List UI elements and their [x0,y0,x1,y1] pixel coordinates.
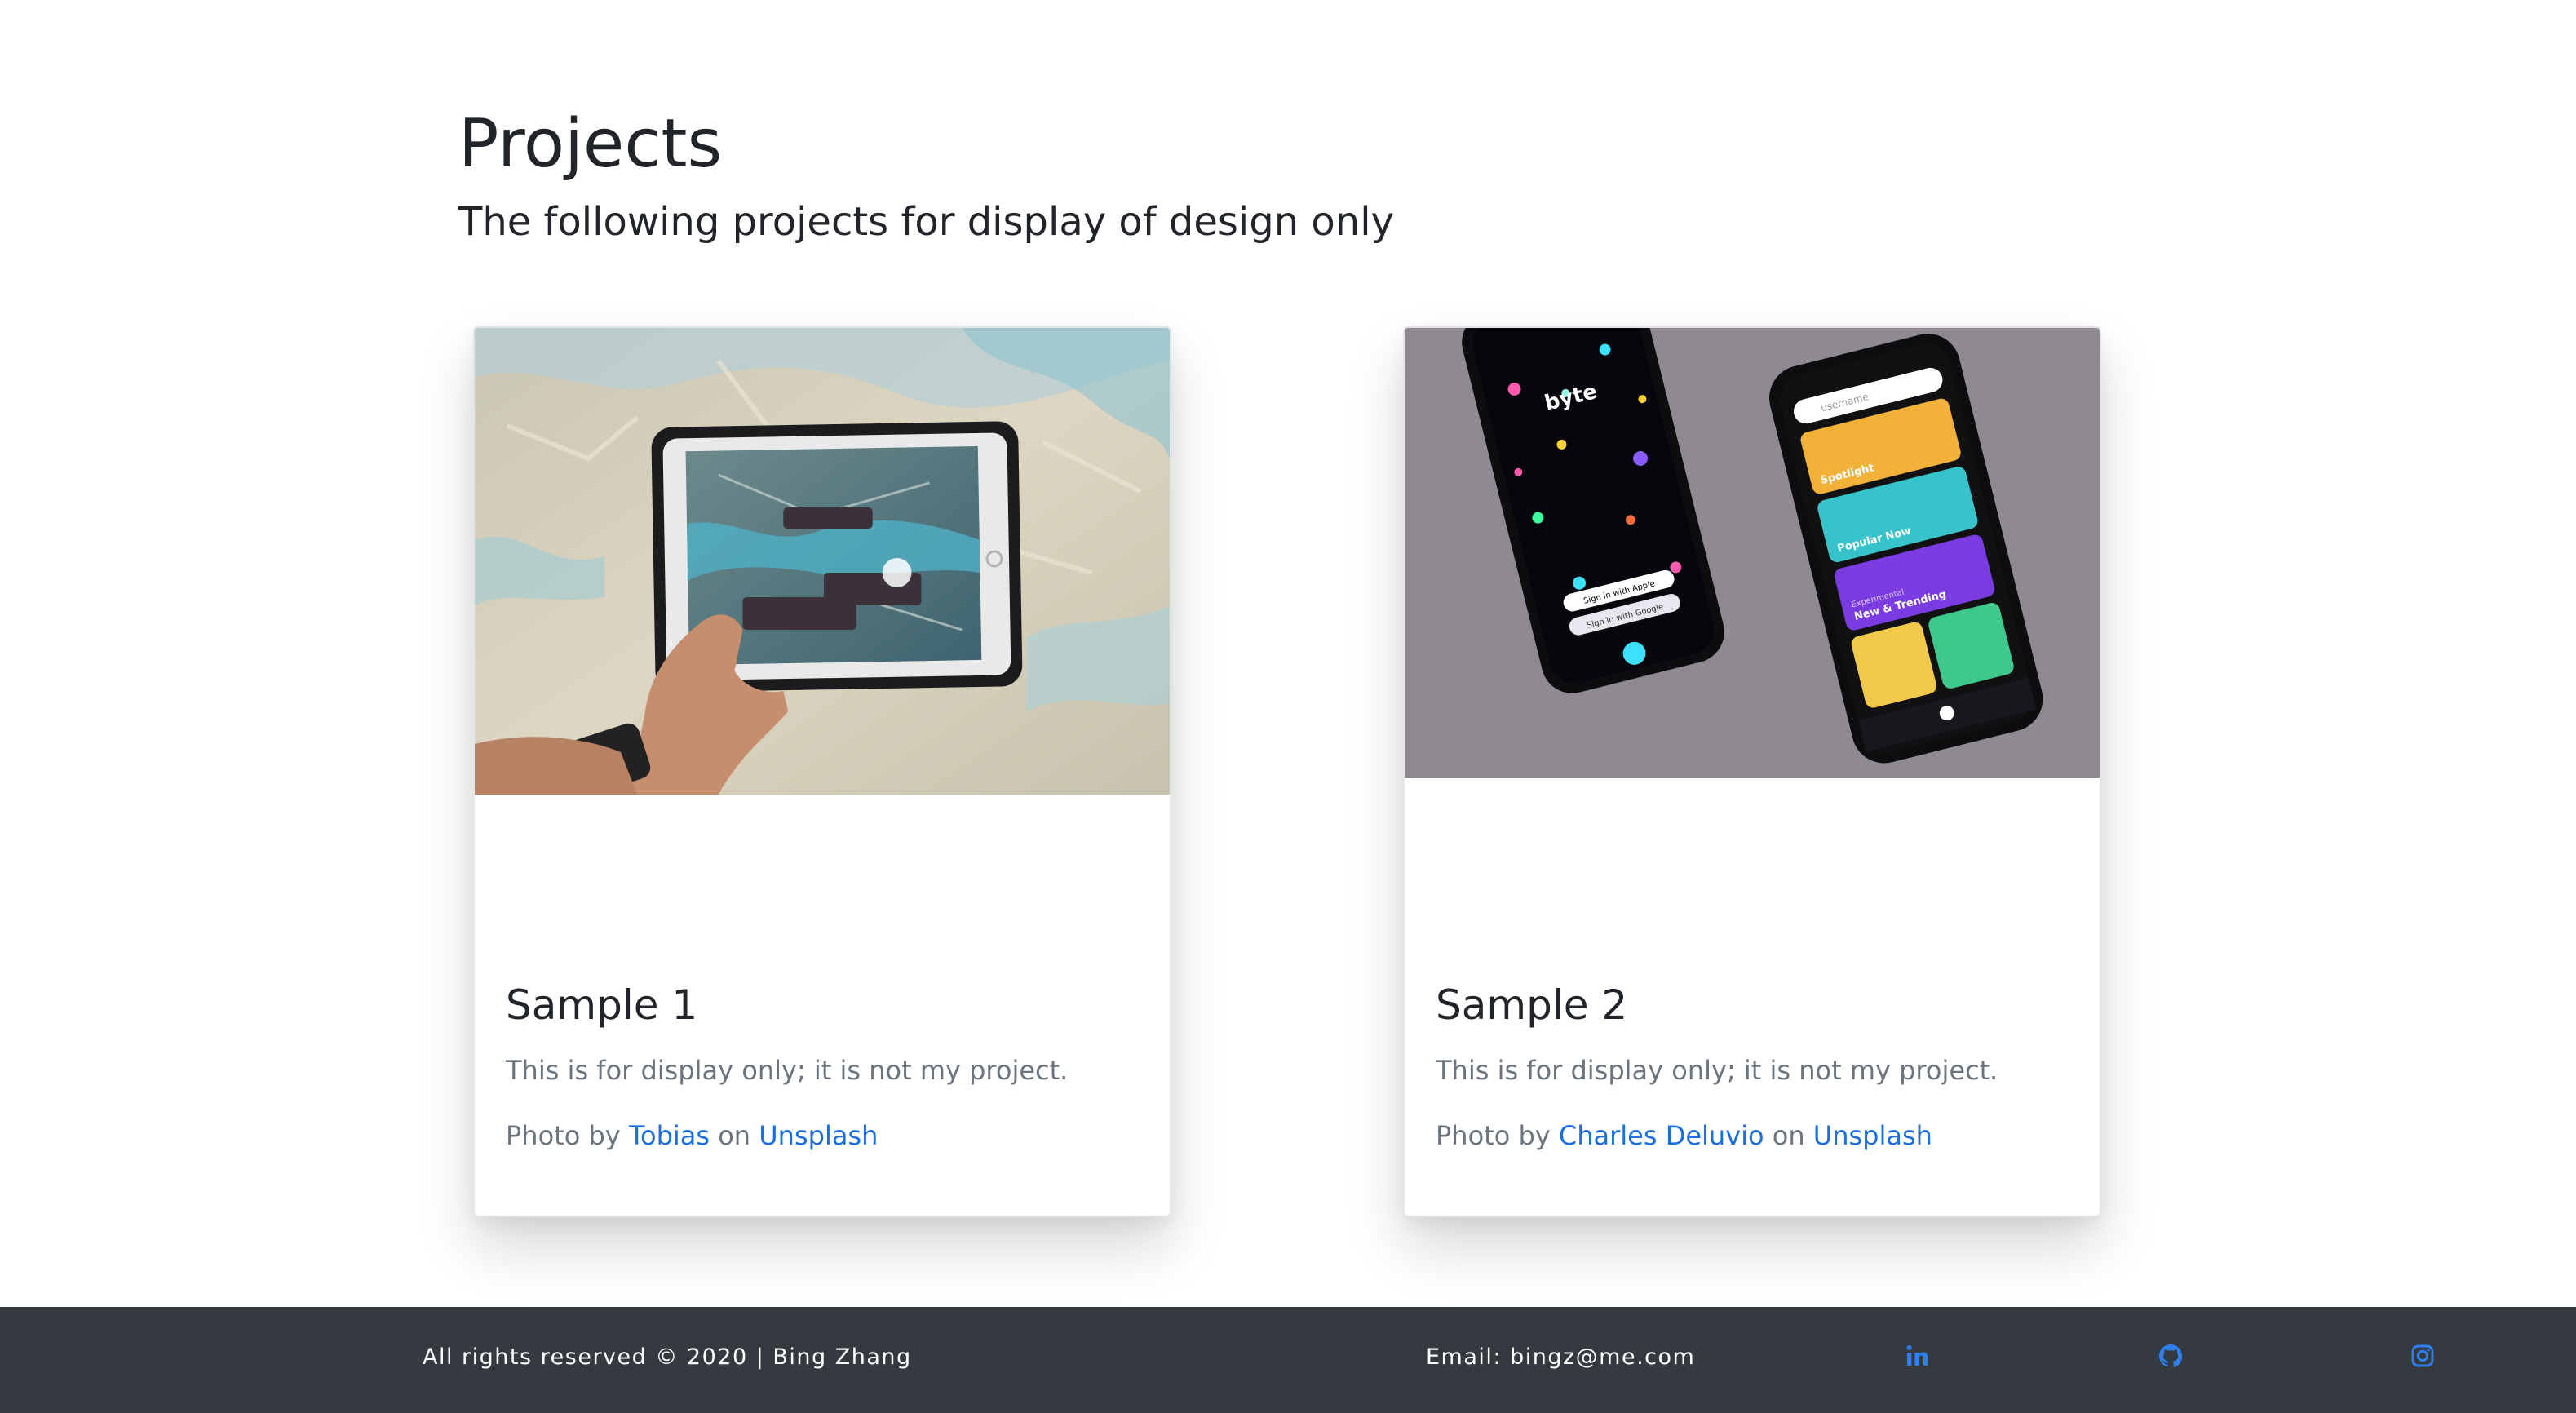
card-body: Sample 1 This is for display only; it is… [506,981,1139,1155]
card-description: This is for display only; it is not my p… [1436,1055,1998,1086]
card-description: This is for display only; it is not my p… [506,1055,1069,1086]
site-footer: All rights reserved © 2020 | Bing Zhang … [0,1307,2576,1413]
credit-mid: on [1772,1120,1805,1151]
instagram-icon[interactable] [2408,1341,2437,1371]
card-body: Sample 2 This is for display only; it is… [1436,981,2069,1155]
phones-app-photo: byte Sign in with Apple Sign in with Goo… [1405,328,2100,778]
credit-prefix: Photo by [1436,1120,1551,1151]
github-icon[interactable] [2156,1341,2185,1371]
author-link[interactable]: Charles Deluvio [1559,1120,1764,1151]
tablet-map-photo [475,328,1170,795]
unsplash-link[interactable]: Unsplash [1813,1120,1932,1151]
footer-email: Email: bingz@me.com [1426,1344,1696,1370]
linkedin-icon[interactable] [1902,1341,1932,1371]
card-title: Sample 2 [1436,981,1628,1029]
page-title: Projects [458,105,723,183]
photo-credit: Photo by Charles Deluvio on Unsplash [1436,1116,2069,1155]
page-subtitle: The following projects for display of de… [458,199,1394,245]
author-link[interactable]: Tobias [629,1120,710,1151]
credit-mid: on [718,1120,751,1151]
project-card-sample-1: Sample 1 This is for display only; it is… [473,326,1171,1217]
card-title: Sample 1 [506,981,698,1029]
credit-prefix: Photo by [506,1120,621,1151]
project-card-sample-2: byte Sign in with Apple Sign in with Goo… [1403,326,2101,1217]
photo-credit: Photo by Tobias on Unsplash [506,1116,1139,1155]
footer-copyright: All rights reserved © 2020 | Bing Zhang [423,1344,912,1370]
unsplash-link[interactable]: Unsplash [759,1120,878,1151]
